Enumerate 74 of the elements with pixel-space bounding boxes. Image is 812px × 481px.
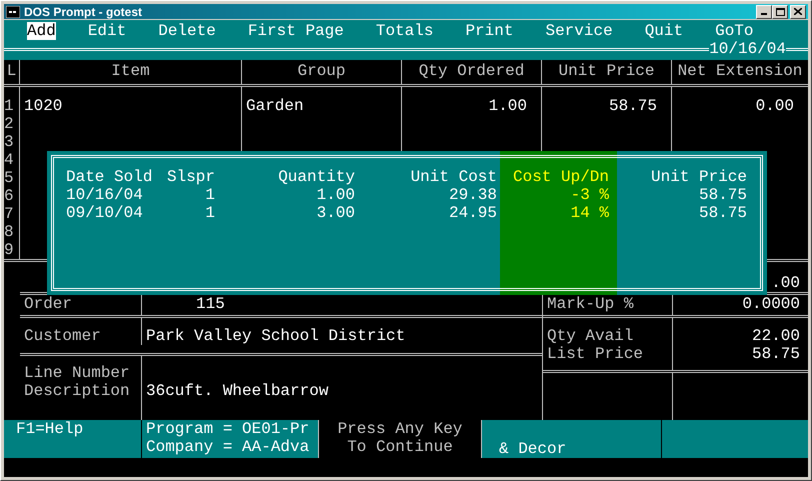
line-number: 1 — [4, 97, 15, 115]
close-button[interactable] — [790, 4, 806, 18]
minimize-button[interactable] — [756, 4, 772, 18]
column-header: Cost Up/Dn — [512, 168, 609, 186]
line-number: 4 — [4, 151, 15, 169]
field-value: 36cuft. Wheelbarrow — [146, 382, 330, 400]
menu-item[interactable]: Quit — [644, 22, 684, 40]
table-cell-text: 24.95 — [448, 204, 497, 222]
field-label: Mark-Up % — [547, 295, 634, 313]
table-cell-text: 1 — [204, 204, 215, 222]
column-header: Item — [20, 60, 242, 84]
column-header: Unit Cost — [410, 168, 497, 186]
menu-item[interactable]: GoTo — [715, 22, 754, 40]
line-number: 6 — [4, 187, 15, 205]
console-icon — [6, 6, 20, 18]
line-number: 2 — [4, 115, 15, 133]
line-number: 3 — [4, 133, 15, 151]
close-icon — [794, 8, 802, 15]
help-hint: F1=Help — [16, 420, 84, 438]
window-title: DOS Prompt - gotest — [24, 4, 144, 18]
company-text: Company = AA-Adva — [146, 438, 310, 456]
column-header: Group — [242, 60, 402, 84]
field-label: Description — [24, 382, 131, 400]
table-cell-text: -3 % — [570, 186, 609, 204]
date-text: 10/16/04 — [709, 40, 786, 58]
field-value: 22.00 — [750, 327, 800, 345]
table-cell-text: 10/16/04 — [66, 186, 144, 204]
field-label: Line Number — [24, 364, 131, 382]
field-value: .00 — [770, 274, 800, 292]
line-number: 5 — [4, 169, 15, 187]
column-header: Quantity — [277, 168, 355, 186]
column-header: Net Extension — [676, 61, 804, 82]
menu-item[interactable]: Service — [545, 22, 613, 40]
status-text: & Decor — [499, 440, 566, 458]
maximize-icon — [776, 8, 784, 16]
menu-item[interactable]: Edit — [88, 22, 126, 40]
table-cell-text: 1020 — [24, 97, 64, 115]
field-value: 0.0000 — [741, 295, 800, 313]
menu-item[interactable]: Delete — [158, 22, 216, 40]
field-label: Customer — [24, 327, 101, 345]
table-cell-text: 58.75 — [698, 204, 747, 222]
menu-item[interactable]: Totals — [376, 22, 434, 40]
field-label: Order — [24, 295, 72, 313]
line-number: 9 — [4, 241, 15, 259]
table-cell-text: 14 % — [570, 204, 609, 222]
menu-item[interactable]: Add — [27, 22, 56, 40]
column-header: Unit Price — [542, 60, 672, 84]
menu-item[interactable]: First Page — [248, 22, 344, 40]
table-cell-text: 1 — [204, 186, 215, 204]
column-header: Unit Price — [650, 168, 747, 186]
table-cell-text: 1.00 — [488, 97, 527, 115]
table-cell-text: 1.00 — [316, 186, 355, 204]
table-cell-text: Garden — [246, 97, 305, 115]
table-cell-text: 58.75 — [698, 186, 747, 204]
field-value: Park Valley School District — [146, 327, 406, 345]
table-cell-text: 0.00 — [754, 97, 794, 115]
prompt-text: Press Any Key — [336, 420, 464, 438]
column-header: Qty Ordered — [402, 60, 542, 84]
menu-item[interactable]: Print — [465, 22, 514, 40]
field-label: List Price — [547, 345, 644, 363]
column-header: Slspr — [166, 168, 215, 186]
table-cell-text: 3.00 — [316, 204, 355, 222]
maximize-button[interactable] — [772, 4, 788, 18]
table-cell-text: 29.38 — [448, 186, 497, 204]
prompt-text: To Continue — [346, 438, 454, 456]
table-cell-text: 09/10/04 — [66, 204, 144, 222]
line-number: 8 — [4, 223, 15, 241]
field-label: Qty Avail — [547, 327, 634, 345]
line-number: 7 — [4, 205, 15, 223]
table-cell-text: 58.75 — [608, 97, 657, 115]
column-header: L — [4, 60, 20, 84]
field-value: 115 — [196, 295, 226, 313]
program-text: Program = OE01-Pr — [146, 420, 310, 438]
field-value: 58.75 — [750, 345, 800, 363]
